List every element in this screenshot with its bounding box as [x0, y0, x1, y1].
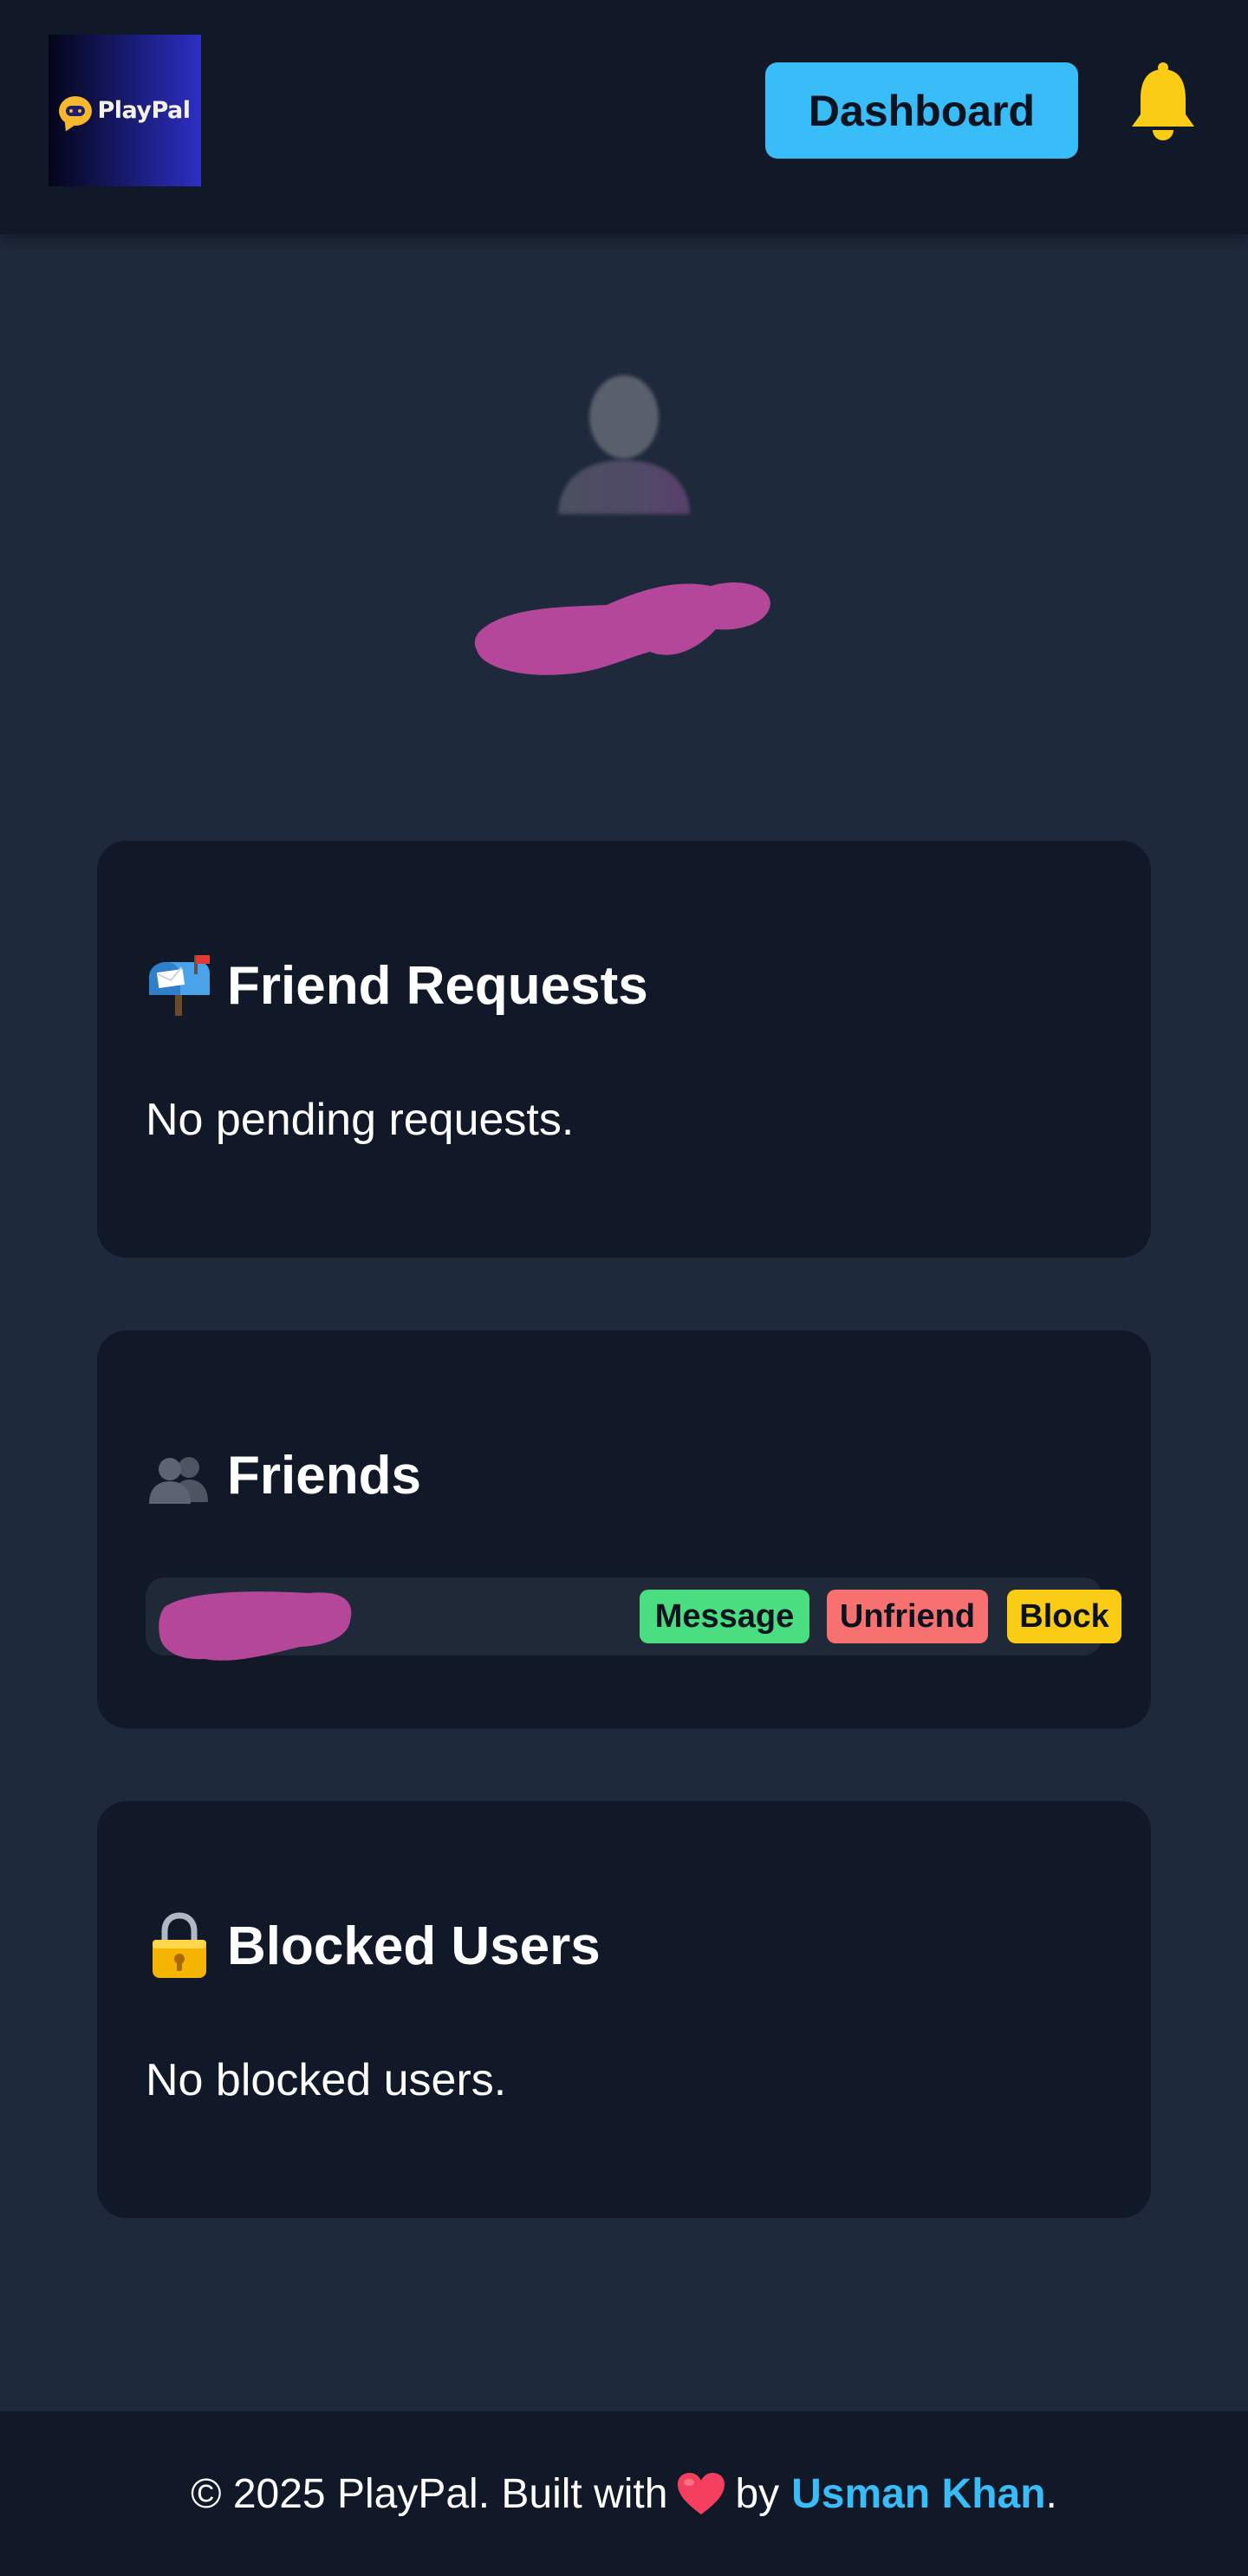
no-pending-requests-text: No pending requests. [146, 1095, 575, 1145]
blocked-users-title-text: Blocked Users [227, 1916, 601, 1976]
footer: © 2025 PlayPal. Built with by Usman Khan… [0, 2411, 1248, 2576]
gamepad-chat-icon [59, 95, 93, 126]
dashboard-button[interactable]: Dashboard [765, 62, 1078, 159]
author-link[interactable]: Usman Khan [791, 2470, 1045, 2518]
friends-title-text: Friends [227, 1445, 421, 1506]
friends-card: Friends Message Unfriend Block [97, 1330, 1151, 1728]
footer-by: by [735, 2470, 780, 2517]
logo-text: PlayPal [97, 97, 191, 124]
friends-title: Friends [146, 1441, 421, 1509]
two-users-icon [146, 1441, 213, 1509]
blocked-users-title: Blocked Users [146, 1912, 601, 1980]
user-silhouette-icon [551, 360, 697, 519]
message-button[interactable]: Message [640, 1590, 809, 1643]
no-blocked-users-text: No blocked users. [146, 2055, 507, 2105]
page: PlayPal Dashboard Friend Requests No pen… [0, 0, 1248, 2576]
username-redacted [468, 572, 780, 702]
friend-list-item: Message Unfriend Block [146, 1577, 1121, 1661]
mailbox-icon [146, 952, 213, 1019]
playpal-logo[interactable]: PlayPal [49, 35, 201, 186]
friend-requests-card: Friend Requests No pending requests. [97, 841, 1151, 1258]
unfriend-button[interactable]: Unfriend [827, 1590, 988, 1643]
friend-requests-title-text: Friend Requests [227, 955, 648, 1016]
friend-requests-title: Friend Requests [146, 952, 648, 1019]
bell-icon[interactable] [1127, 61, 1199, 144]
blocked-users-card: Blocked Users No blocked users. [97, 1801, 1151, 2218]
heart-icon [676, 2471, 726, 2516]
padlock-icon [146, 1912, 213, 1980]
footer-period: . [1045, 2470, 1057, 2517]
top-nav: PlayPal Dashboard [0, 0, 1248, 234]
block-button[interactable]: Block [1007, 1590, 1121, 1643]
friend-name-redacted [153, 1581, 361, 1664]
footer-copyright: © 2025 PlayPal. Built with [191, 2470, 668, 2517]
